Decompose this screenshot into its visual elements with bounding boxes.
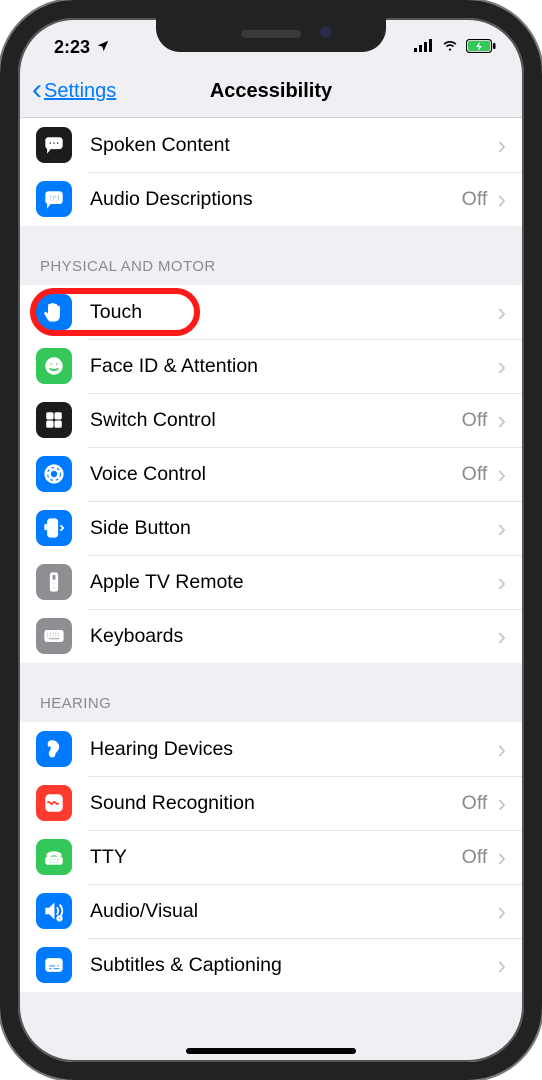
cellular-icon — [414, 37, 434, 58]
tty-icon — [36, 839, 72, 875]
row-side-button[interactable]: Side Button › — [18, 501, 524, 555]
hand-icon — [36, 294, 72, 330]
home-indicator[interactable] — [186, 1048, 356, 1054]
row-label: Keyboards — [90, 625, 497, 648]
page-title: Accessibility — [210, 80, 332, 103]
row-label: TTY — [90, 846, 462, 869]
keyboard-icon — [36, 618, 72, 654]
av-icon — [36, 893, 72, 929]
row-label: Face ID & Attention — [90, 355, 497, 378]
device-notch — [156, 16, 386, 52]
remote-icon — [36, 564, 72, 600]
speech-icon — [36, 127, 72, 163]
ear-icon — [36, 731, 72, 767]
row-value: Off — [462, 188, 488, 211]
cc-icon — [36, 947, 72, 983]
row-label: Voice Control — [90, 463, 462, 486]
row-label: Apple TV Remote — [90, 571, 497, 594]
face-icon — [36, 348, 72, 384]
section-header: PHYSICAL AND MOTOR — [18, 226, 524, 285]
row-label: Switch Control — [90, 409, 462, 432]
navigation-bar: ‹ Settings Accessibility — [18, 66, 524, 118]
row-appletv[interactable]: Apple TV Remote › — [18, 555, 524, 609]
back-button[interactable]: ‹ Settings — [32, 66, 116, 117]
row-keyboards[interactable]: Keyboards › — [18, 609, 524, 663]
row-voice-control[interactable]: Voice Control Off › — [18, 447, 524, 501]
back-label: Settings — [44, 80, 116, 103]
row-label: Touch — [90, 301, 497, 324]
row-label: Sound Recognition — [90, 792, 462, 815]
settings-list[interactable]: Spoken Content › Audio Descriptions Off … — [18, 118, 524, 1062]
wave-icon — [36, 785, 72, 821]
row-sound-recog[interactable]: Sound Recognition Off › — [18, 776, 524, 830]
row-hearing-devices[interactable]: Hearing Devices › — [18, 722, 524, 776]
row-label: Audio Descriptions — [90, 188, 462, 211]
row-tty[interactable]: TTY Off › — [18, 830, 524, 884]
side-icon — [36, 510, 72, 546]
row-touch[interactable]: Touch › — [18, 285, 524, 339]
row-audio-descriptions[interactable]: Audio Descriptions Off › — [18, 172, 524, 226]
section-header: HEARING — [18, 663, 524, 722]
battery-icon — [466, 37, 496, 58]
row-subtitles[interactable]: Subtitles & Captioning › — [18, 938, 524, 992]
row-value: Off — [462, 846, 488, 869]
wifi-icon — [440, 37, 460, 58]
row-switch-control[interactable]: Switch Control Off › — [18, 393, 524, 447]
row-label: Audio/Visual — [90, 900, 497, 923]
status-time: 2:23 — [54, 37, 90, 58]
row-audio-visual[interactable]: Audio/Visual › — [18, 884, 524, 938]
voice-icon — [36, 456, 72, 492]
row-value: Off — [462, 792, 488, 815]
row-label: Hearing Devices — [90, 738, 497, 761]
row-value: Off — [462, 463, 488, 486]
row-faceid[interactable]: Face ID & Attention › — [18, 339, 524, 393]
quote-icon — [36, 181, 72, 217]
row-label: Spoken Content — [90, 134, 497, 157]
location-icon — [96, 37, 110, 58]
row-value: Off — [462, 409, 488, 432]
row-label: Subtitles & Captioning — [90, 954, 497, 977]
row-spoken-content[interactable]: Spoken Content › — [18, 118, 524, 172]
grid-icon — [36, 402, 72, 438]
row-label: Side Button — [90, 517, 497, 540]
